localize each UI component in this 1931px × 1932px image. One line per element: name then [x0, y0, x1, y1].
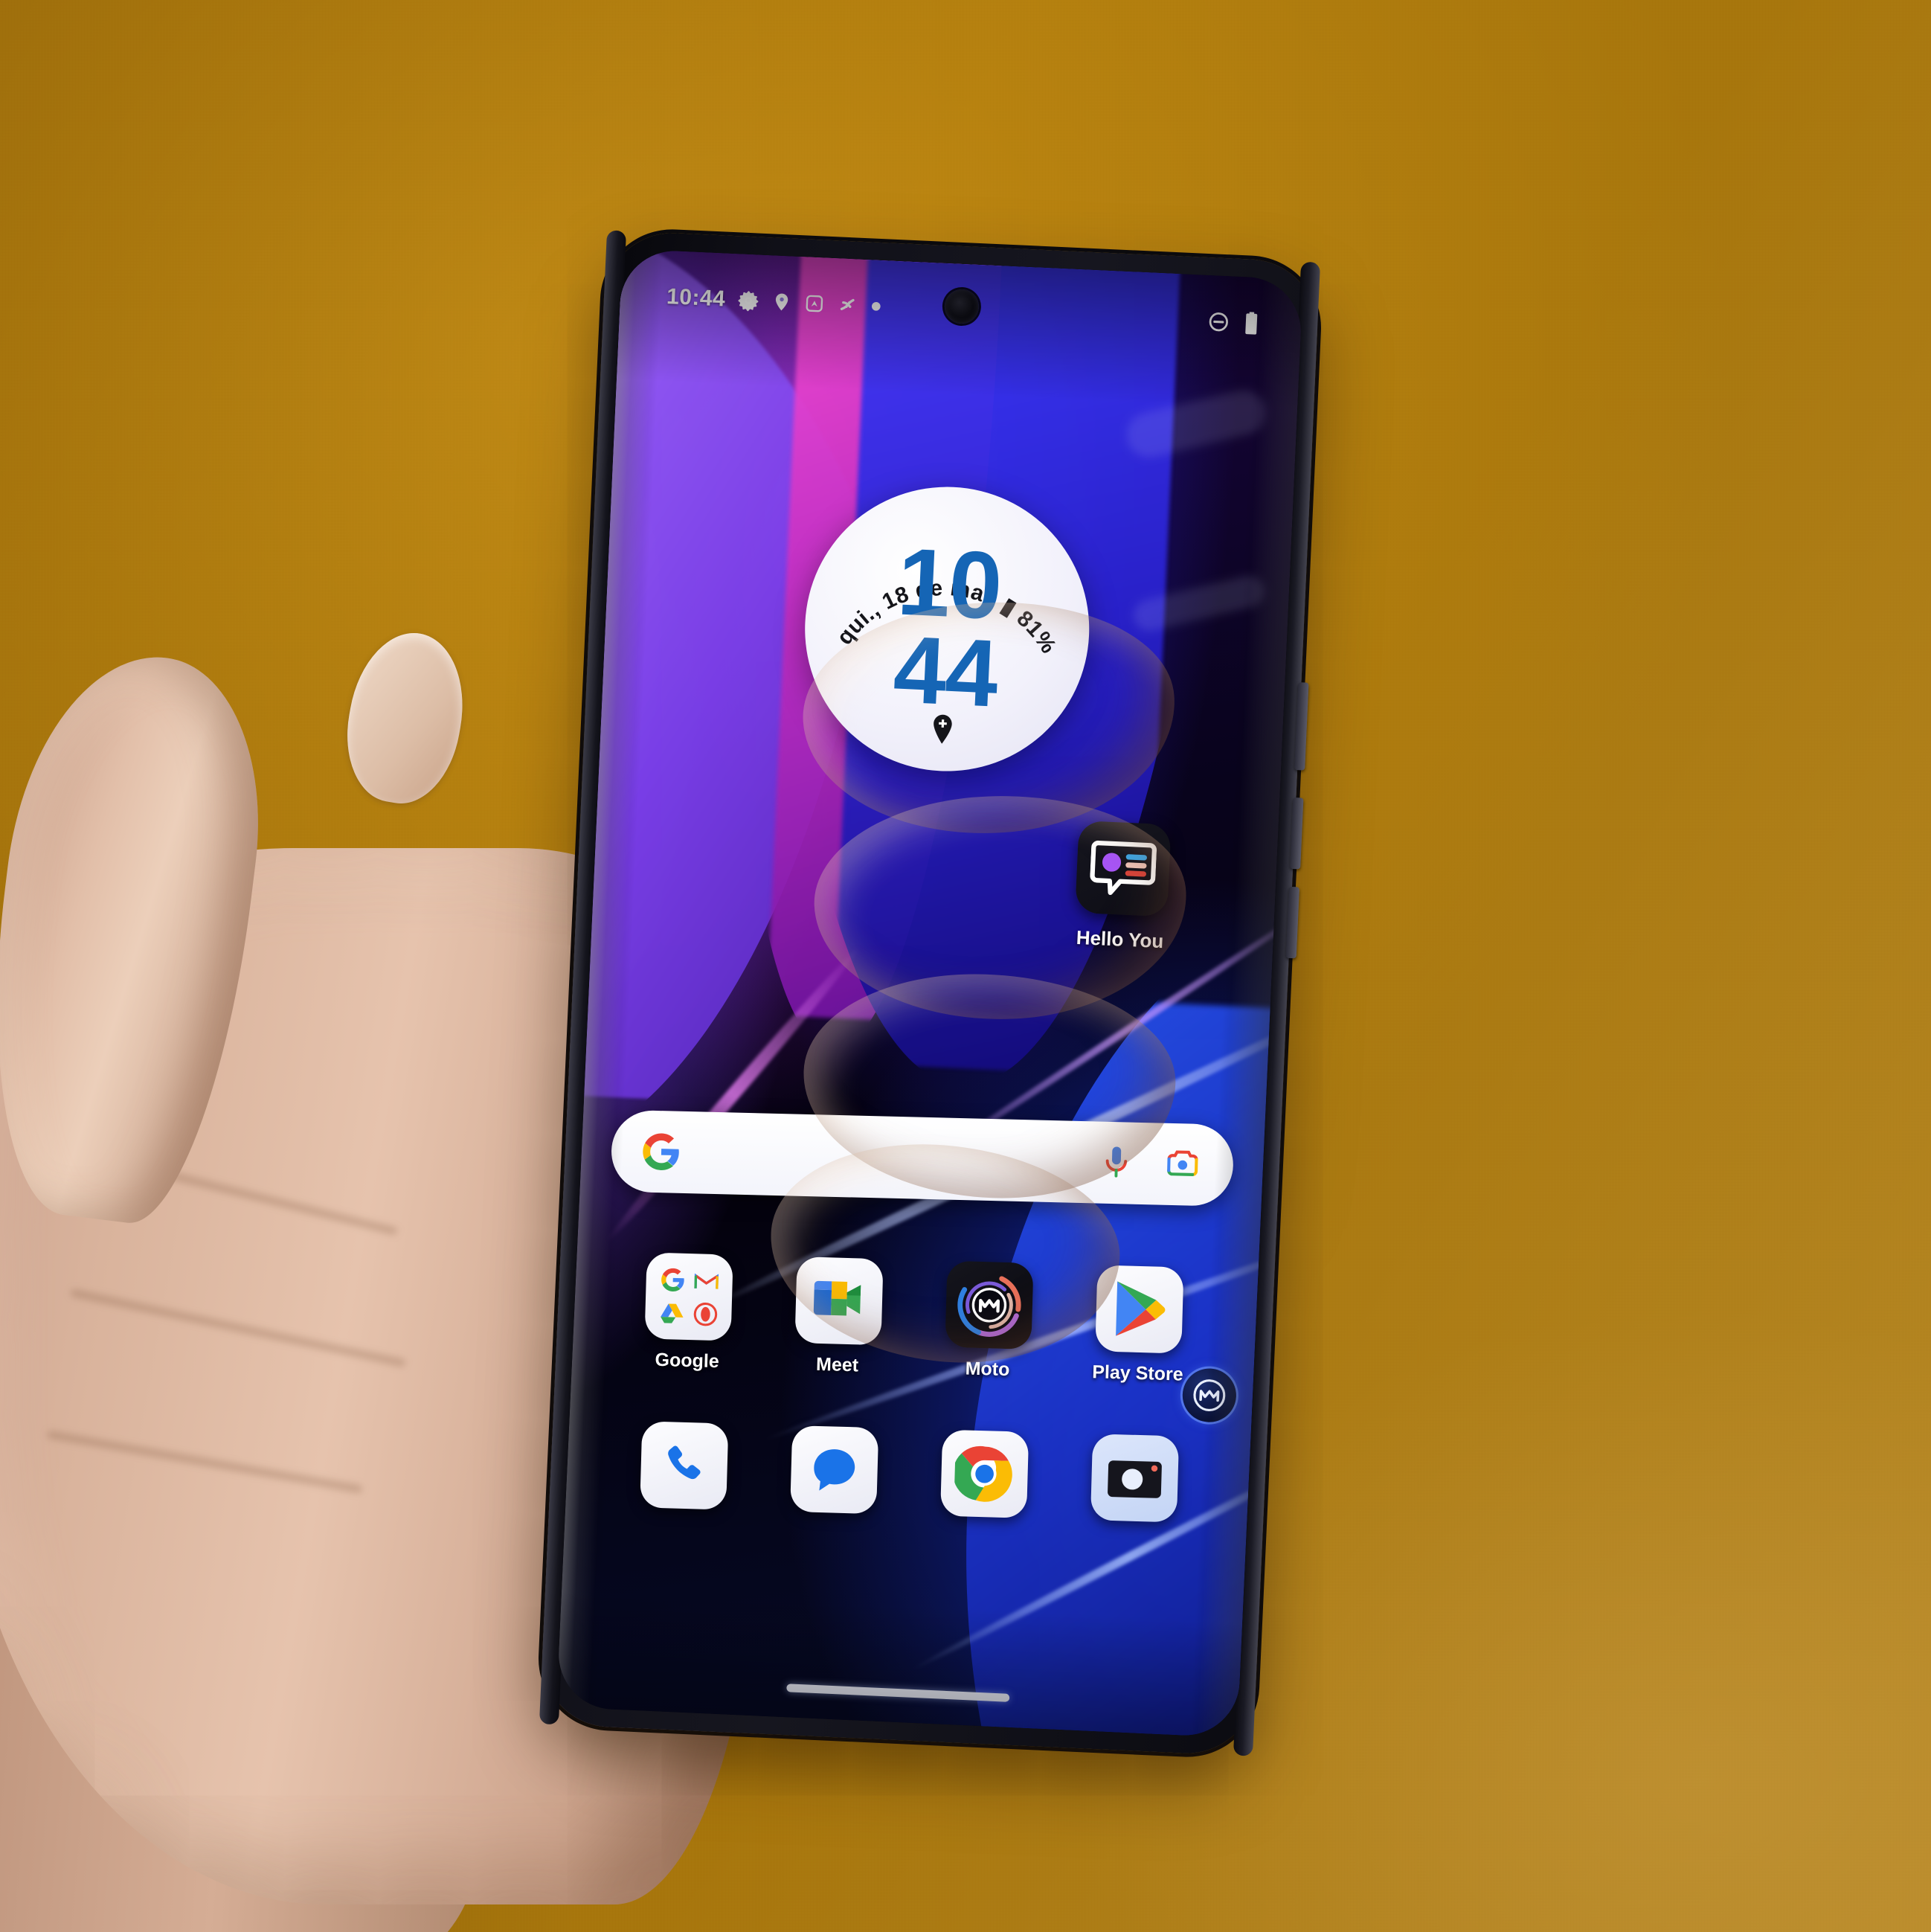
- status-bar-clock: 10:44: [666, 283, 727, 312]
- microphone-icon[interactable]: [1100, 1144, 1132, 1182]
- location-pin-icon: [776, 293, 788, 311]
- dot-indicator-icon: [872, 301, 881, 311]
- photo-scene: 10:44 qui., 18 de mai. ▮ 81% 10 44 Hello…: [0, 0, 1931, 1932]
- app-phone[interactable]: [620, 1421, 749, 1521]
- speech-bubble-icon[interactable]: [1075, 820, 1172, 917]
- app-label: Play Store: [1091, 1361, 1183, 1385]
- phone-icon[interactable]: [640, 1421, 729, 1510]
- google-folder-icon[interactable]: [644, 1252, 733, 1341]
- smartphone: 10:44 qui., 18 de mai. ▮ 81% 10 44 Hello…: [539, 230, 1321, 1756]
- dock-row: [594, 1420, 1224, 1535]
- camera-icon[interactable]: [1090, 1434, 1180, 1523]
- app-meet[interactable]: Meet: [774, 1256, 903, 1378]
- clock-widget-minutes: 44: [891, 616, 999, 728]
- app-label: Meet: [815, 1353, 859, 1376]
- app-moto[interactable]: Moto: [924, 1260, 1053, 1382]
- app-grid: Google Meet Moto Play Store: [594, 1251, 1230, 1534]
- app-label: Google: [655, 1349, 720, 1373]
- wrist: [0, 1533, 476, 1932]
- google-search-bar[interactable]: [610, 1109, 1235, 1207]
- status-bar-left: 10:44: [666, 284, 881, 319]
- hello-you-app[interactable]: Hello You: [1053, 820, 1192, 954]
- moto-icon[interactable]: [945, 1260, 1034, 1349]
- gmail-icon: [693, 1273, 719, 1289]
- status-bar-right: [1207, 309, 1260, 336]
- messages-icon[interactable]: [790, 1425, 879, 1515]
- app-label: Moto: [965, 1358, 1010, 1381]
- palm-crease: [69, 1288, 407, 1367]
- chrome-icon[interactable]: [940, 1429, 1029, 1518]
- play-store-icon[interactable]: [1095, 1265, 1184, 1354]
- settings-gear-icon: [738, 291, 759, 312]
- power-button[interactable]: [1294, 682, 1309, 771]
- app-google-folder[interactable]: Google: [623, 1252, 753, 1374]
- google-lens-icon[interactable]: [1164, 1147, 1201, 1182]
- volume-up-button[interactable]: [1290, 797, 1304, 870]
- app-play-store[interactable]: Play Store: [1074, 1265, 1204, 1387]
- do-not-disturb-icon: [1209, 312, 1228, 332]
- battery-icon: [1245, 312, 1258, 335]
- google-g-icon: [661, 1268, 684, 1291]
- google-meet-icon[interactable]: [794, 1257, 884, 1346]
- google-g-icon[interactable]: [640, 1132, 681, 1172]
- moto-gestures-icon: [841, 298, 855, 310]
- app-row: Google Meet Moto Play Store: [598, 1251, 1229, 1387]
- app-camera[interactable]: [1070, 1434, 1200, 1534]
- location-pin-plus-icon[interactable]: [928, 713, 957, 747]
- palm-crease: [93, 1152, 398, 1236]
- search-bar-actions: [1100, 1144, 1201, 1184]
- screenshot-icon: [806, 295, 823, 312]
- app-messages[interactable]: [770, 1425, 899, 1525]
- app-chrome[interactable]: [920, 1429, 1050, 1530]
- opera-icon: [693, 1302, 717, 1326]
- palm-crease: [46, 1430, 363, 1494]
- volume-down-button[interactable]: [1285, 886, 1299, 959]
- clock-widget-time: 10 44: [801, 529, 1093, 728]
- clock-widget[interactable]: qui., 18 de mai. ▮ 81% 10 44: [798, 481, 1096, 778]
- phone-screen[interactable]: 10:44 qui., 18 de mai. ▮ 81% 10 44 Hello…: [556, 248, 1304, 1738]
- thumb: [0, 641, 280, 1233]
- thumbnail: [335, 623, 475, 812]
- google-drive-icon: [660, 1303, 684, 1323]
